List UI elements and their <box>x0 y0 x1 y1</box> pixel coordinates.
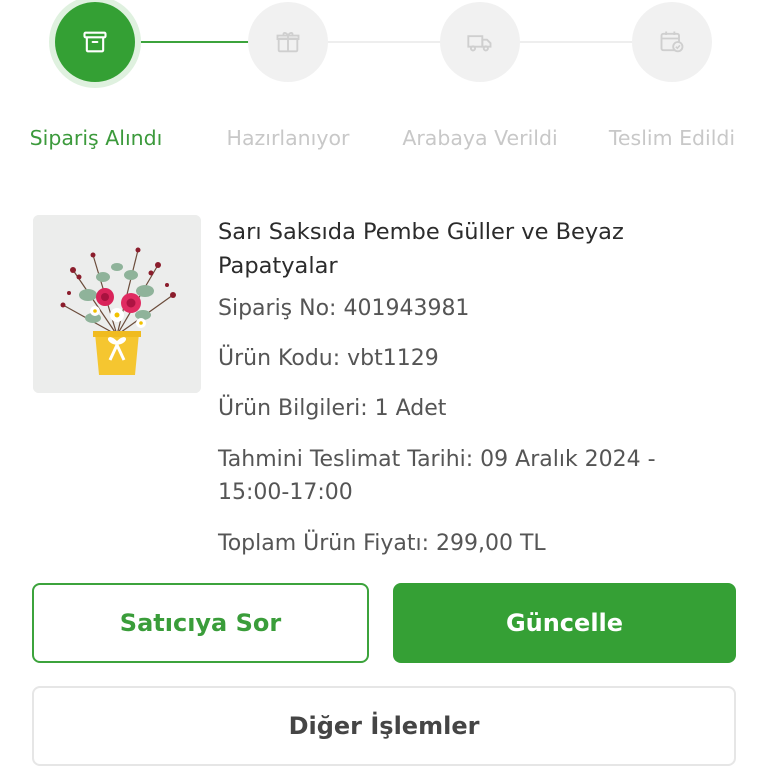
total-price: Toplam Ürün Fiyatı: 299,00 TL <box>218 531 546 556</box>
step-shipped <box>440 2 520 82</box>
step-connector-2 <box>326 41 446 43</box>
step-delivered <box>632 2 712 82</box>
step-label-delivered: Teslim Edildi <box>608 126 736 150</box>
product-code: Ürün Kodu: vbt1129 <box>218 346 439 371</box>
step-order-received <box>55 2 135 82</box>
step-connector-1 <box>135 41 255 43</box>
estimated-delivery: Tahmini Teslimat Tarihi: 09 Aralık 2024 … <box>218 447 656 505</box>
calendar-check-icon <box>660 31 684 53</box>
step-label-shipped: Arabaya Verildi <box>402 126 558 150</box>
order-status-stepper: Sipariş Alındı Hazırlanıyor Arabaya Veri… <box>0 0 768 180</box>
flower-pot-photo <box>33 215 201 393</box>
step-connector-3 <box>518 41 638 43</box>
product-image[interactable] <box>33 215 201 393</box>
other-actions-button[interactable]: Diğer İşlemler <box>32 686 736 766</box>
truck-icon <box>467 35 492 52</box>
step-preparing <box>248 2 328 82</box>
product-title: Sarı Saksıda Pembe Güller ve Beyaz Papat… <box>218 219 624 279</box>
step-label-preparing: Hazırlanıyor <box>226 126 350 150</box>
update-button[interactable]: Güncelle <box>393 583 736 663</box>
gift-icon <box>276 32 300 53</box>
ask-seller-button[interactable]: Satıcıya Sor <box>32 583 369 663</box>
box-icon <box>83 31 107 53</box>
order-number: Sipariş No: 401943981 <box>218 296 470 321</box>
step-label-order-received: Sipariş Alındı <box>29 126 163 150</box>
product-info: Ürün Bilgileri: 1 Adet <box>218 396 447 421</box>
